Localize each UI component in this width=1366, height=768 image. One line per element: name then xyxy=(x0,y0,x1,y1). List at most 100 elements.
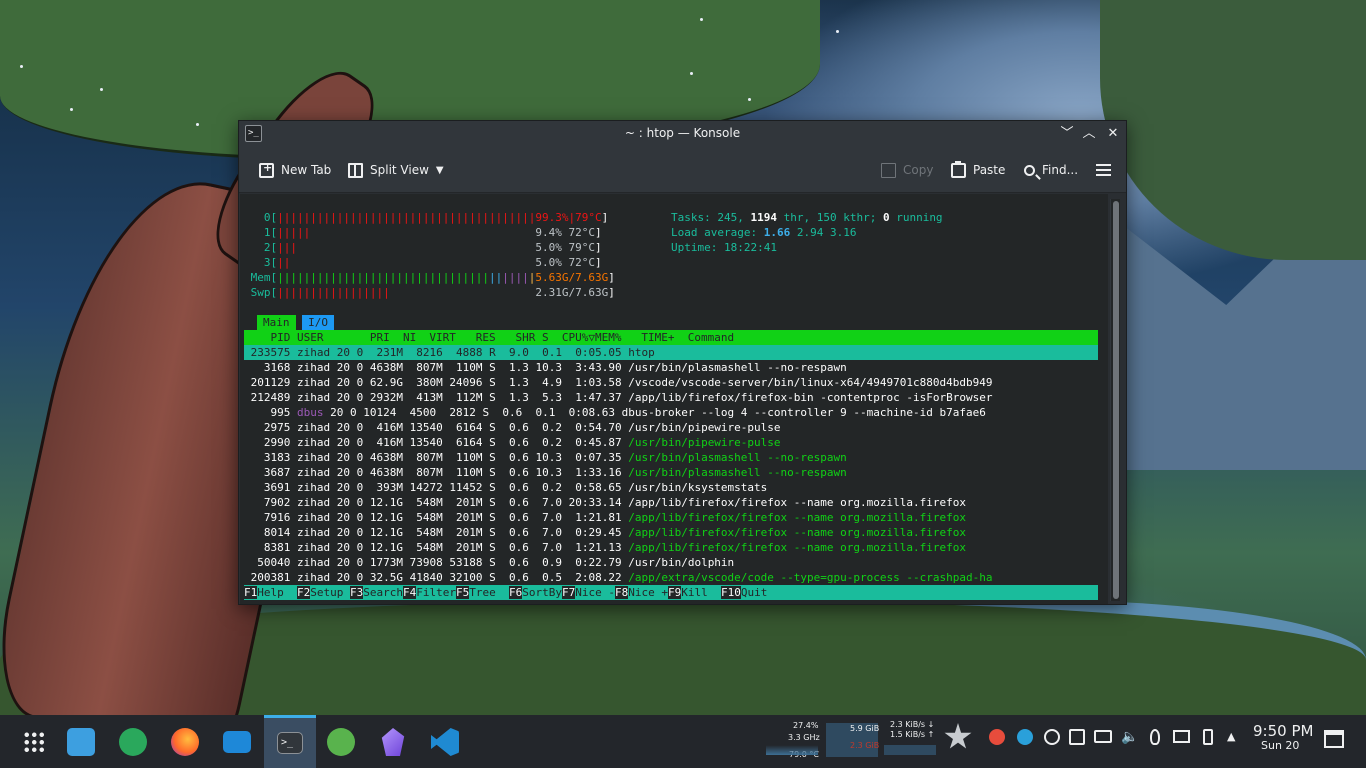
clipboard-icon[interactable] xyxy=(1069,729,1085,745)
clock-date[interactable]: Sun 20 xyxy=(1261,739,1299,752)
process-shr: 11452 xyxy=(449,481,483,494)
process-row[interactable]: 2990 zihad 20 0 416M 13540 6164 S 0.6 0.… xyxy=(244,435,1098,450)
process-cpu: 0.6 xyxy=(502,496,529,509)
process-row[interactable]: 8014 zihad 20 0 12.1G 548M 201M S 0.6 7.… xyxy=(244,525,1098,540)
fkey-label[interactable]: Nice + xyxy=(628,586,668,599)
show-desktop-icon[interactable] xyxy=(1324,730,1344,748)
process-mem: 0.1 xyxy=(535,346,562,359)
process-pri: 20 xyxy=(336,526,350,539)
process-pri: 20 xyxy=(330,406,344,419)
taskbar-firefox[interactable] xyxy=(166,723,204,761)
process-row[interactable]: 3691 zihad 20 0 393M 14272 11452 S 0.6 0… xyxy=(244,480,1098,495)
process-row[interactable]: 995 dbus 20 0 10124 4500 2812 S 0.6 0.1 … xyxy=(244,405,1098,420)
mail-icon[interactable] xyxy=(989,729,1005,745)
fkey-label[interactable]: Kill xyxy=(681,586,721,599)
process-pid: 995 xyxy=(244,406,291,419)
process-row[interactable]: 7902 zihad 20 0 12.1G 548M 201M S 0.6 7.… xyxy=(244,495,1098,510)
fkey-label[interactable]: Nice - xyxy=(575,586,615,599)
volume-icon[interactable]: 🔈 xyxy=(1121,729,1138,745)
process-pid: 2975 xyxy=(244,421,291,434)
process-pid: 201129 xyxy=(244,376,291,389)
process-cmd: /app/lib/firefox/firefox --name org.mozi… xyxy=(628,511,966,524)
title-bar[interactable]: >_ ~ : htop — Konsole ﹀ ︿ ✕ xyxy=(239,121,1126,147)
taskbar-obsidian[interactable] xyxy=(374,723,412,761)
scrollbar-thumb[interactable] xyxy=(1113,201,1119,599)
minimize-icon[interactable]: ﹀ xyxy=(1057,124,1077,144)
fkey-f7[interactable]: F7 xyxy=(562,586,576,599)
process-virt: 12.1G xyxy=(369,511,403,524)
process-cmd: /usr/bin/plasmashell --no-respawn xyxy=(628,466,847,479)
display-icon[interactable] xyxy=(1173,730,1190,743)
process-virt: 4638M xyxy=(369,451,403,464)
process-row[interactable]: 2975 zihad 20 0 416M 13540 6164 S 0.6 0.… xyxy=(244,420,1098,435)
terminal-scrollbar[interactable] xyxy=(1110,199,1120,601)
process-row[interactable]: 3183 zihad 20 0 4638M 807M 110M S 0.6 10… xyxy=(244,450,1098,465)
taskbar-system-settings[interactable] xyxy=(114,723,152,761)
fkey-label[interactable]: Help xyxy=(257,586,297,599)
terminal-area[interactable]: 0[||||||||||||||||||||||||||||||||||||||… xyxy=(240,194,1108,604)
taskbar-dolphin[interactable] xyxy=(218,723,256,761)
fkey-label[interactable]: Setup xyxy=(310,586,350,599)
fkey-label[interactable]: Search xyxy=(363,586,403,599)
mem-meter: Mem[||||||||||||||||||||||||||||||||||||… xyxy=(250,271,615,284)
process-row[interactable]: 8381 zihad 20 0 12.1G 548M 201M S 0.6 7.… xyxy=(244,540,1098,555)
process-shr: 110M xyxy=(449,466,483,479)
process-row[interactable]: 212489 zihad 20 0 2932M 413M 112M S 1.3 … xyxy=(244,390,1098,405)
fkey-f3[interactable]: F3 xyxy=(350,586,364,599)
fkey-f6[interactable]: F6 xyxy=(509,586,523,599)
fkey-f10[interactable]: F10 xyxy=(721,586,741,599)
find-label: Find... xyxy=(1042,163,1079,177)
fkey-label[interactable]: SortBy xyxy=(522,586,562,599)
chevron-down-icon[interactable]: ▼ xyxy=(436,165,444,176)
fkey-f5[interactable]: F5 xyxy=(456,586,470,599)
process-table-header[interactable]: PID USER PRI NI VIRT RES SHR S CPU%▽MEM%… xyxy=(244,330,1098,345)
process-row[interactable]: 50040 zihad 20 0 1773M 73908 53188 S 0.6… xyxy=(244,555,1098,570)
process-row[interactable]: 3168 zihad 20 0 4638M 807M 110M S 1.3 10… xyxy=(244,360,1098,375)
battery-icon[interactable] xyxy=(1203,729,1213,745)
process-cmd: dbus-broker --log 4 --controller 9 --mac… xyxy=(621,406,986,419)
star xyxy=(70,108,73,111)
lightbulb-icon[interactable] xyxy=(1150,729,1160,745)
process-time: 0:29.45 xyxy=(568,526,622,539)
process-user: zihad xyxy=(296,496,331,509)
process-row[interactable]: 233575 zihad 20 0 231M 8216 4888 R 9.0 0… xyxy=(244,345,1098,360)
tab-main[interactable]: Main xyxy=(257,315,296,330)
process-shr: 6164 xyxy=(449,421,483,434)
close-icon[interactable]: ✕ xyxy=(1103,124,1123,144)
chevron-up-icon[interactable]: ▲ xyxy=(1227,729,1243,745)
fkey-f9[interactable]: F9 xyxy=(668,586,682,599)
taskbar-konsole[interactable]: >_ xyxy=(264,715,316,768)
fkey-label[interactable]: Tree xyxy=(469,586,509,599)
process-pri: 20 xyxy=(336,511,350,524)
split-view-button[interactable]: Split View ▼ xyxy=(348,161,444,179)
process-cmd: /usr/bin/pipewire-pulse xyxy=(628,436,781,449)
taskbar-vscode[interactable] xyxy=(426,723,464,761)
hamburger-menu-icon[interactable] xyxy=(1096,164,1111,176)
process-row[interactable]: 200381 zihad 20 0 32.5G 41840 32100 S 0.… xyxy=(244,570,1098,585)
process-row[interactable]: 201129 zihad 20 0 62.9G 380M 24096 S 1.3… xyxy=(244,375,1098,390)
maximize-icon[interactable]: ︿ xyxy=(1079,124,1099,144)
fkey-f1[interactable]: F1 xyxy=(244,586,258,599)
process-row[interactable]: 3687 zihad 20 0 4638M 807M 110M S 0.6 10… xyxy=(244,465,1098,480)
app-launcher-button[interactable] xyxy=(15,723,53,761)
taskbar-discover[interactable] xyxy=(62,723,100,761)
keyboard-icon[interactable] xyxy=(1094,730,1112,743)
copy-button[interactable]: Copy xyxy=(881,161,933,179)
fkey-label[interactable]: Filter xyxy=(416,586,456,599)
tab-io[interactable]: I/O xyxy=(302,315,334,330)
find-button[interactable]: Find... xyxy=(1024,161,1078,179)
telegram-icon[interactable] xyxy=(1017,729,1033,745)
clock-time[interactable]: 9:50 PM xyxy=(1253,722,1313,740)
fkey-label[interactable]: Quit xyxy=(741,586,768,599)
memory-used-text: 5.9 GiB xyxy=(850,724,880,733)
paste-button[interactable]: Paste xyxy=(951,160,1005,179)
fkey-f4[interactable]: F4 xyxy=(403,586,417,599)
sync-icon[interactable] xyxy=(1044,729,1060,745)
star-icon[interactable] xyxy=(944,723,972,749)
taskbar-keepass[interactable] xyxy=(322,723,360,761)
fkey-f2[interactable]: F2 xyxy=(297,586,311,599)
process-cpu: 0.6 xyxy=(502,466,529,479)
new-tab-button[interactable]: New Tab xyxy=(259,161,331,179)
fkey-f8[interactable]: F8 xyxy=(615,586,629,599)
process-row[interactable]: 7916 zihad 20 0 12.1G 548M 201M S 0.6 7.… xyxy=(244,510,1098,525)
